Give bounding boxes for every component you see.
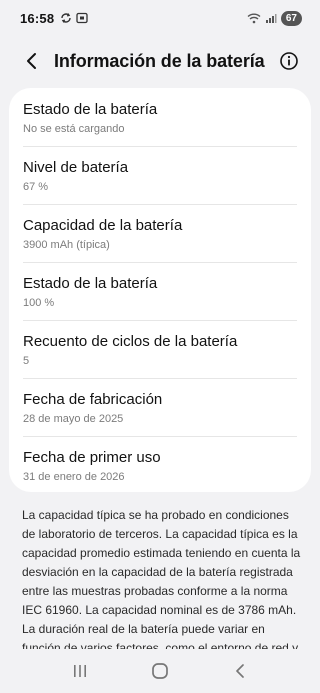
row-value: 31 de enero de 2026 bbox=[23, 471, 125, 483]
row-label: Fecha de fabricación bbox=[23, 391, 163, 408]
back-arrow-icon bbox=[27, 53, 36, 69]
row-value: 67 % bbox=[23, 181, 49, 193]
navigation-bar bbox=[0, 649, 320, 693]
row-value: No se está cargando bbox=[23, 123, 125, 135]
back-button[interactable] bbox=[12, 44, 52, 78]
row-label: Estado de la batería bbox=[23, 101, 158, 118]
info-button[interactable] bbox=[276, 48, 302, 74]
info-row-manufacture-date: Fecha de fabricación 28 de mayo de 2025 bbox=[23, 378, 297, 436]
nav-back-icon bbox=[236, 664, 244, 678]
row-value: 5 bbox=[23, 355, 30, 367]
status-bar: 16:58 67 bbox=[0, 0, 320, 36]
row-label: Nivel de batería bbox=[23, 159, 129, 176]
nav-back-button[interactable] bbox=[220, 656, 260, 686]
info-row-first-use-date: Fecha de primer uso 31 de enero de 2026 bbox=[23, 436, 297, 494]
row-label: Recuento de ciclos de la batería bbox=[23, 333, 238, 350]
row-label: Fecha de primer uso bbox=[23, 449, 161, 466]
home-icon bbox=[152, 663, 168, 679]
info-row-battery-level: Nivel de batería 67 % bbox=[23, 146, 297, 204]
status-system-icons: 67 bbox=[247, 10, 302, 26]
signal-icon bbox=[265, 14, 277, 23]
battery-level-badge: 67 bbox=[280, 10, 302, 26]
status-notification-icons bbox=[60, 12, 88, 24]
status-time: 16:58 bbox=[20, 10, 55, 26]
row-value: 100 % bbox=[23, 297, 55, 309]
wifi-icon bbox=[247, 13, 261, 24]
row-value: 28 de mayo de 2025 bbox=[23, 413, 124, 425]
row-label: Capacidad de la batería bbox=[23, 217, 183, 234]
row-label: Estado de la batería bbox=[23, 275, 158, 292]
header: Información de la batería bbox=[0, 44, 320, 78]
capacity-description: La capacidad típica se ha probado en con… bbox=[22, 508, 301, 655]
home-button[interactable] bbox=[140, 656, 180, 686]
recents-icon bbox=[74, 665, 86, 677]
info-row-cycle-count: Recuento de ciclos de la batería 5 bbox=[23, 320, 297, 378]
info-row-battery-status: Estado de la batería No se está cargando bbox=[23, 88, 297, 146]
info-icon bbox=[280, 52, 298, 70]
info-row-battery-capacity: Capacidad de la batería 3900 mAh (típica… bbox=[23, 204, 297, 262]
info-row-battery-health: Estado de la batería 100 % bbox=[23, 262, 297, 320]
row-value: 3900 mAh (típica) bbox=[23, 239, 110, 251]
screenshot-icon bbox=[76, 12, 88, 24]
recents-button[interactable] bbox=[60, 656, 100, 686]
battery-info-card: Estado de la batería No se está cargando… bbox=[9, 88, 311, 492]
sync-icon bbox=[61, 13, 71, 23]
page-title: Información de la batería bbox=[54, 50, 265, 71]
